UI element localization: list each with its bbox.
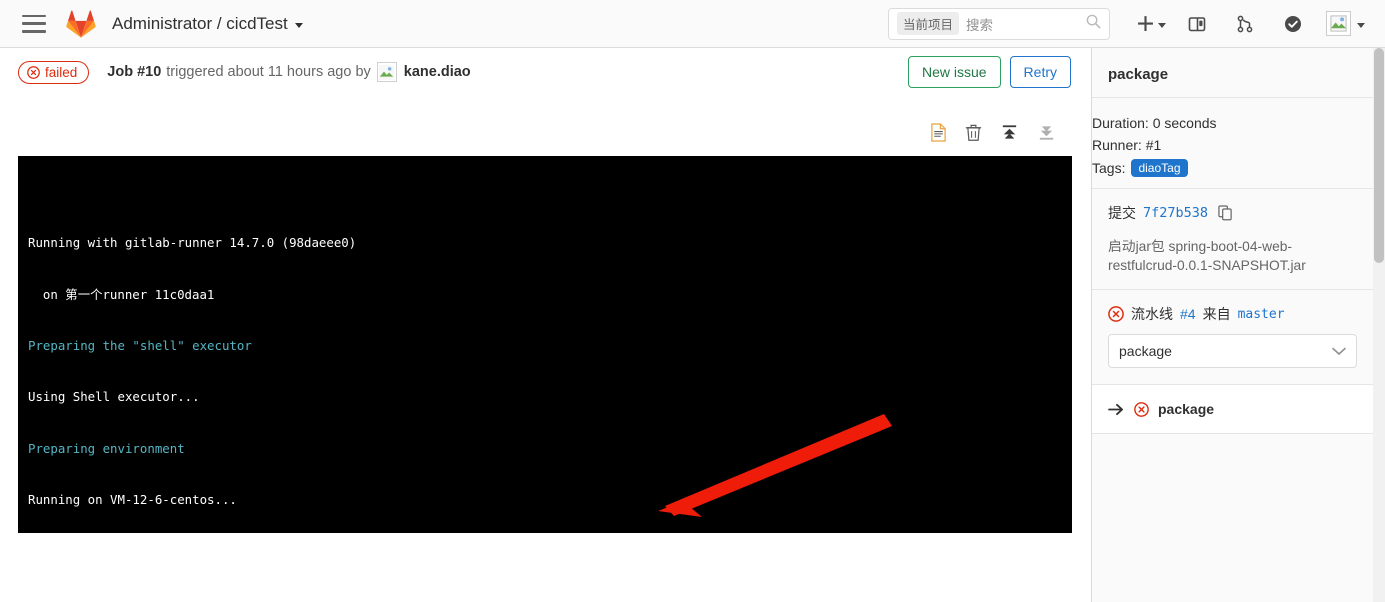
chevron-down-icon — [1158, 22, 1166, 28]
new-item-button[interactable] — [1128, 7, 1166, 41]
stage-select-value: package — [1119, 343, 1172, 359]
pipeline-from-label: 来自 — [1202, 306, 1231, 322]
log-line: Running on VM-12-6-centos... — [28, 491, 237, 507]
pipeline-row: 流水线 #4 来自 master — [1108, 290, 1357, 334]
search-icon — [1086, 14, 1101, 34]
arrow-right-icon — [1108, 403, 1125, 416]
sidebar-job-item-package[interactable]: package — [1092, 385, 1373, 434]
job-tags-label: Tags: — [1092, 160, 1126, 176]
pipeline-jobs-list: package — [1092, 384, 1373, 434]
plus-icon — [1128, 7, 1162, 41]
copy-to-clipboard-icon[interactable] — [1218, 205, 1233, 221]
chevron-down-icon — [294, 22, 303, 28]
job-header-actions: New issue Retry — [907, 56, 1071, 88]
merge-requests-icon[interactable] — [1228, 7, 1262, 41]
status-failed-icon — [1108, 306, 1124, 322]
job-log-toolbar — [18, 108, 1072, 156]
raw-log-icon[interactable] — [930, 122, 947, 142]
log-line: Preparing environment — [28, 440, 185, 456]
page-scrollbar[interactable] — [1373, 48, 1385, 602]
commit-row: 提交 7f27b538 — [1108, 189, 1357, 235]
search-input[interactable]: 当前项目 搜索 — [888, 7, 1110, 40]
pipeline-ref-link[interactable]: master — [1238, 307, 1285, 322]
retry-button[interactable]: Retry — [1009, 56, 1071, 88]
chevron-down-icon — [1357, 22, 1365, 28]
pipeline-label: 流水线 — [1131, 306, 1173, 322]
job-tags-row: Tags: diaoTag — [1092, 156, 1373, 180]
avatar — [1326, 11, 1351, 36]
log-line: Running with gitlab-runner 14.7.0 (98dae… — [28, 235, 357, 251]
log-line: on 第一个runner 11c0daa1 — [28, 286, 215, 302]
pipeline-number-link[interactable]: #4 — [1180, 306, 1196, 322]
top-nav-right-group: 当前项目 搜索 — [888, 7, 1385, 41]
job-duration: Duration: 0 seconds — [1092, 115, 1217, 131]
job-user-label[interactable]: kane.diao — [404, 64, 471, 80]
job-triggered-label: triggered about 11 hours ago by — [166, 64, 371, 80]
erase-job-log-icon[interactable] — [965, 123, 982, 142]
commit-label: 提交 — [1108, 205, 1136, 221]
search-placeholder-label: 搜索 — [966, 17, 994, 33]
sidebar-job-title: package — [1108, 66, 1169, 83]
job-log-terminal[interactable]: Running with gitlab-runner 14.7.0 (98dae… — [18, 156, 1072, 533]
log-line: Using Shell executor... — [28, 389, 200, 405]
job-log-lines: Running with gitlab-runner 14.7.0 (98dae… — [28, 200, 1060, 533]
status-failed-icon — [1134, 401, 1149, 417]
job-metadata-group: Duration: 0 seconds Runner: #1 Tags: dia… — [1092, 98, 1373, 188]
search-scope-badge: 当前项目 — [897, 12, 960, 35]
scroll-to-bottom-icon[interactable] — [1037, 123, 1056, 142]
job-trigger-info: Job #10 triggered about 11 hours ago by … — [107, 62, 471, 82]
project-breadcrumb[interactable]: Administrator / cicdTest — [112, 14, 303, 34]
stage-select-dropdown[interactable]: package — [1108, 334, 1357, 368]
user-avatar-icon[interactable] — [376, 62, 397, 82]
gitlab-logo-icon[interactable] — [66, 10, 96, 38]
status-failed-icon — [27, 65, 40, 79]
todos-check-icon[interactable] — [1276, 7, 1310, 41]
scroll-to-top-icon[interactable] — [1000, 123, 1019, 142]
job-log-panel: Running with gitlab-runner 14.7.0 (98dae… — [18, 108, 1072, 533]
log-line: Preparing the "shell" executor — [28, 337, 252, 353]
job-id-label: Job #10 — [107, 64, 162, 80]
job-header-bar: failed Job #10 triggered about 11 hours … — [0, 48, 1091, 96]
job-tag-badge[interactable]: diaoTag — [1131, 159, 1188, 177]
sidebar-job-name: package — [1158, 401, 1215, 417]
top-navigation-bar: Administrator / cicdTest 当前项目 搜索 — [0, 0, 1385, 48]
commit-sha-link[interactable]: 7f27b538 — [1143, 205, 1208, 221]
page-scrollbar-thumb[interactable] — [1374, 48, 1384, 263]
user-menu-button[interactable] — [1326, 11, 1365, 36]
issue-boards-icon[interactable] — [1180, 7, 1214, 41]
status-badge[interactable]: failed — [18, 60, 90, 84]
new-issue-button[interactable]: New issue — [907, 56, 1001, 88]
hamburger-menu-icon[interactable] — [22, 14, 46, 33]
status-badge-label: failed — [45, 64, 78, 80]
commit-message: 启动jar包 spring-boot-04-web-restfulcrud-0.… — [1108, 239, 1306, 273]
job-sidebar: package Duration: 0 seconds Runner: #1 T… — [1091, 48, 1373, 602]
job-runner: Runner: #1 — [1092, 137, 1162, 153]
chevron-down-icon — [1332, 343, 1346, 359]
project-path-label: Administrator / cicdTest — [112, 13, 288, 33]
